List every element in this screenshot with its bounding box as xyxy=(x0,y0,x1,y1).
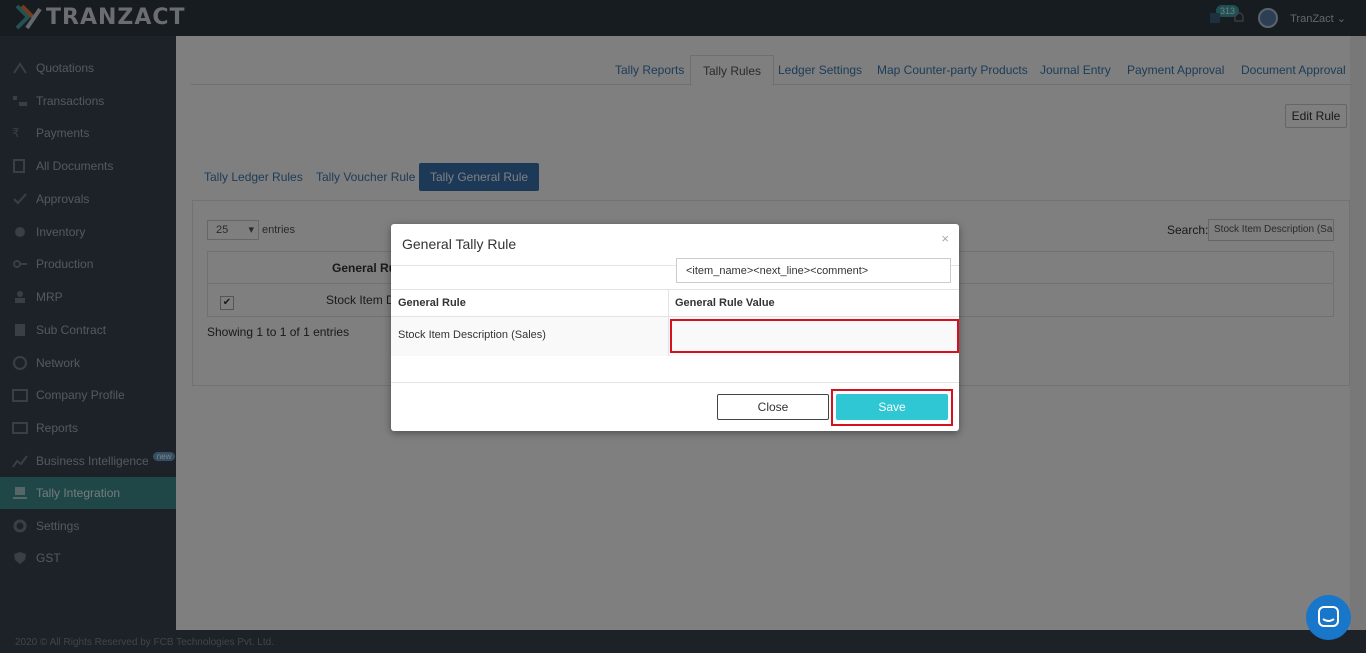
table-header-row: General Rule General Rule Value xyxy=(391,290,959,317)
column-divider xyxy=(668,290,669,356)
rule-name-cell: Stock Item Description (Sales) xyxy=(398,329,546,341)
modal-title: General Tally Rule xyxy=(402,236,517,252)
general-tally-rule-modal: General Tally Rule × General Rule Genera… xyxy=(391,224,959,431)
highlight-box-save xyxy=(831,389,953,426)
close-icon[interactable]: × xyxy=(941,231,949,246)
highlight-box-input xyxy=(670,319,959,353)
close-button[interactable]: Close xyxy=(717,394,829,420)
chat-icon xyxy=(1318,606,1339,627)
column-header-general-rule-value: General Rule Value xyxy=(675,297,775,309)
column-header-general-rule: General Rule xyxy=(398,297,466,309)
chat-launcher[interactable] xyxy=(1306,595,1351,640)
rule-value-input[interactable] xyxy=(676,258,951,283)
